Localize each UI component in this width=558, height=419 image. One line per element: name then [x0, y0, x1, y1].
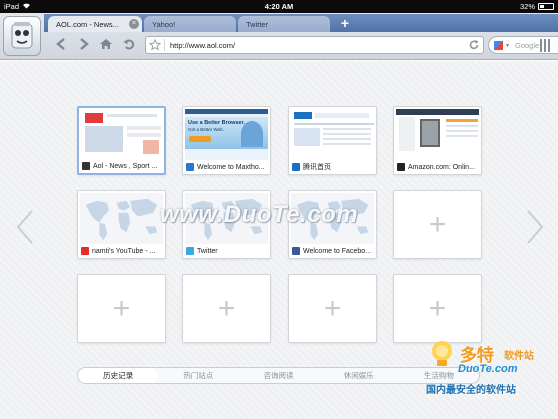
- address-divider: [164, 39, 165, 51]
- tile-caption: Aol - News , Sport ...: [82, 161, 161, 171]
- tab-label: AOL.com - News...: [56, 20, 119, 29]
- lightbulb-icon: [432, 341, 452, 366]
- add-site-tile[interactable]: +: [393, 274, 482, 343]
- add-icon: +: [428, 208, 447, 241]
- menu-button[interactable]: [539, 36, 551, 54]
- tab-label: Yahoo!: [152, 20, 176, 29]
- tile-caption: namti's YouTube - ...: [81, 246, 162, 256]
- bookmark-star-icon[interactable]: [149, 39, 161, 51]
- tab-history[interactable]: 历史记录: [78, 368, 159, 383]
- home-icon: [100, 39, 112, 49]
- forward-arrow-icon: [80, 38, 89, 50]
- battery-percent: 32%: [519, 2, 535, 11]
- tile-caption-text: 腾讯首页: [303, 164, 331, 171]
- maxthon-icon: [186, 163, 194, 171]
- add-icon: +: [323, 292, 342, 325]
- speed-dial-tile[interactable]: namti's YouTube - ...: [77, 190, 166, 259]
- add-site-tile[interactable]: +: [77, 274, 166, 343]
- tab-news-reading[interactable]: 咨询阅读: [238, 368, 318, 383]
- qq-icon: [292, 163, 300, 171]
- tab-yahoo[interactable]: Yahoo!: [144, 16, 236, 32]
- menu-bar: [544, 38, 546, 52]
- toolbar: http://www.aol.com/ ▼ Google: [44, 33, 558, 58]
- add-site-tile[interactable]: +: [393, 190, 482, 259]
- maxthon-thumbnail: Use a Better Browser. Get a Better Web.: [185, 109, 268, 160]
- tab-aol[interactable]: AOL.com - News... ×: [48, 16, 142, 32]
- add-site-tile[interactable]: +: [288, 274, 377, 343]
- tile-caption-text: Aol - News , Sport ...: [93, 162, 158, 170]
- twitter-icon: [186, 247, 194, 255]
- tab-label: Twitter: [246, 20, 269, 29]
- speed-dial-tile[interactable]: Amazon.com: Onlin...: [393, 106, 482, 175]
- speed-dial-tile[interactable]: Use a Better Browser. Get a Better Web. We…: [182, 106, 271, 175]
- duote-logo: 多特 软件站 DuoTe.com 国内最安全的软件站: [424, 337, 558, 417]
- tile-caption-text: Twitter: [197, 247, 218, 255]
- maxthon-thumb-sub: Get a Better Web.: [188, 127, 224, 132]
- maxthon-logo-icon[interactable]: [3, 16, 41, 56]
- add-icon: +: [428, 292, 447, 325]
- tile-thumbnail: [291, 109, 374, 160]
- menu-bar: [540, 38, 542, 52]
- close-tab-icon[interactable]: ×: [129, 19, 139, 29]
- undo-button[interactable]: [122, 37, 136, 51]
- tile-caption: Twitter: [186, 246, 267, 256]
- previous-page-arrow-icon[interactable]: [14, 209, 36, 245]
- qq-thumbnail: [291, 109, 374, 160]
- youtube-icon: [81, 247, 89, 255]
- address-bar[interactable]: http://www.aol.com/: [145, 36, 484, 54]
- back-button[interactable]: [54, 37, 68, 51]
- status-bar: iPad 4:20 AM 32%: [0, 0, 558, 13]
- tile-caption: Amazon.com: Onlin...: [397, 162, 478, 172]
- tile-caption: 腾讯首页: [292, 162, 373, 172]
- new-tab-button[interactable]: +: [337, 16, 353, 31]
- amazon-icon: [397, 163, 405, 171]
- tile-caption-text: Welcome to Maxtho...: [197, 163, 265, 171]
- tile-caption-text: Welcome to Facebo...: [303, 247, 371, 255]
- speed-dial-page: Aol - News , Sport ... Use a Better Brows…: [0, 61, 558, 419]
- world-map-placeholder-icon: [80, 193, 163, 244]
- aol-icon: [82, 162, 90, 170]
- maxthon-thumb-headline: Use a Better Browser.: [188, 120, 245, 126]
- chevron-down-icon[interactable]: ▼: [505, 43, 510, 49]
- tab-entertainment[interactable]: 休闲娱乐: [319, 368, 399, 383]
- tile-thumbnail: [396, 109, 479, 160]
- menu-bar: [548, 38, 550, 52]
- logo-line2: DuoTe.com: [458, 363, 518, 375]
- category-tabs: 历史记录 热门站点 咨询阅读 休闲娱乐 生活购物: [77, 367, 480, 384]
- battery-icon: [538, 3, 554, 10]
- tile-caption: Welcome to Facebo...: [292, 246, 373, 256]
- status-time: 4:20 AM: [264, 2, 294, 11]
- tab-twitter[interactable]: Twitter: [238, 16, 330, 32]
- tile-thumbnail: [81, 110, 162, 159]
- add-icon: +: [112, 292, 131, 325]
- tab-popular-sites[interactable]: 热门站点: [158, 368, 238, 383]
- add-site-tile[interactable]: +: [182, 274, 271, 343]
- next-page-arrow-icon[interactable]: [524, 209, 546, 245]
- aol-thumbnail: [81, 110, 162, 159]
- undo-icon: [123, 39, 135, 50]
- browser-chrome: AOL.com - News... × Yahoo! Twitter + htt…: [0, 13, 558, 60]
- speed-dial-tile[interactable]: 腾讯首页: [288, 106, 377, 175]
- url-text[interactable]: http://www.aol.com/: [170, 41, 235, 50]
- logo-line1-suffix: 软件站: [504, 351, 534, 362]
- google-icon[interactable]: [494, 41, 503, 50]
- tab-bar: AOL.com - News... × Yahoo! Twitter +: [44, 14, 558, 32]
- forward-button[interactable]: [77, 37, 91, 51]
- tile-thumbnail: [80, 193, 163, 244]
- watermark-text: www.DuoTe.com: [160, 201, 359, 228]
- add-icon: +: [217, 292, 236, 325]
- tile-thumbnail: Use a Better Browser. Get a Better Web.: [185, 109, 268, 160]
- tile-caption-text: Amazon.com: Onlin...: [408, 163, 475, 171]
- tile-caption-text: namti's YouTube - ...: [92, 247, 156, 255]
- search-placeholder: Google: [515, 41, 540, 50]
- facebook-icon: [292, 247, 300, 255]
- speed-dial-tile[interactable]: Aol - News , Sport ...: [77, 106, 166, 175]
- amazon-thumbnail: [396, 109, 479, 160]
- logo-slogan: 国内最安全的软件站: [426, 385, 516, 396]
- home-button[interactable]: [99, 37, 113, 51]
- back-arrow-icon: [56, 38, 65, 50]
- refresh-icon[interactable]: [468, 39, 480, 51]
- tile-caption: Welcome to Maxtho...: [186, 162, 267, 172]
